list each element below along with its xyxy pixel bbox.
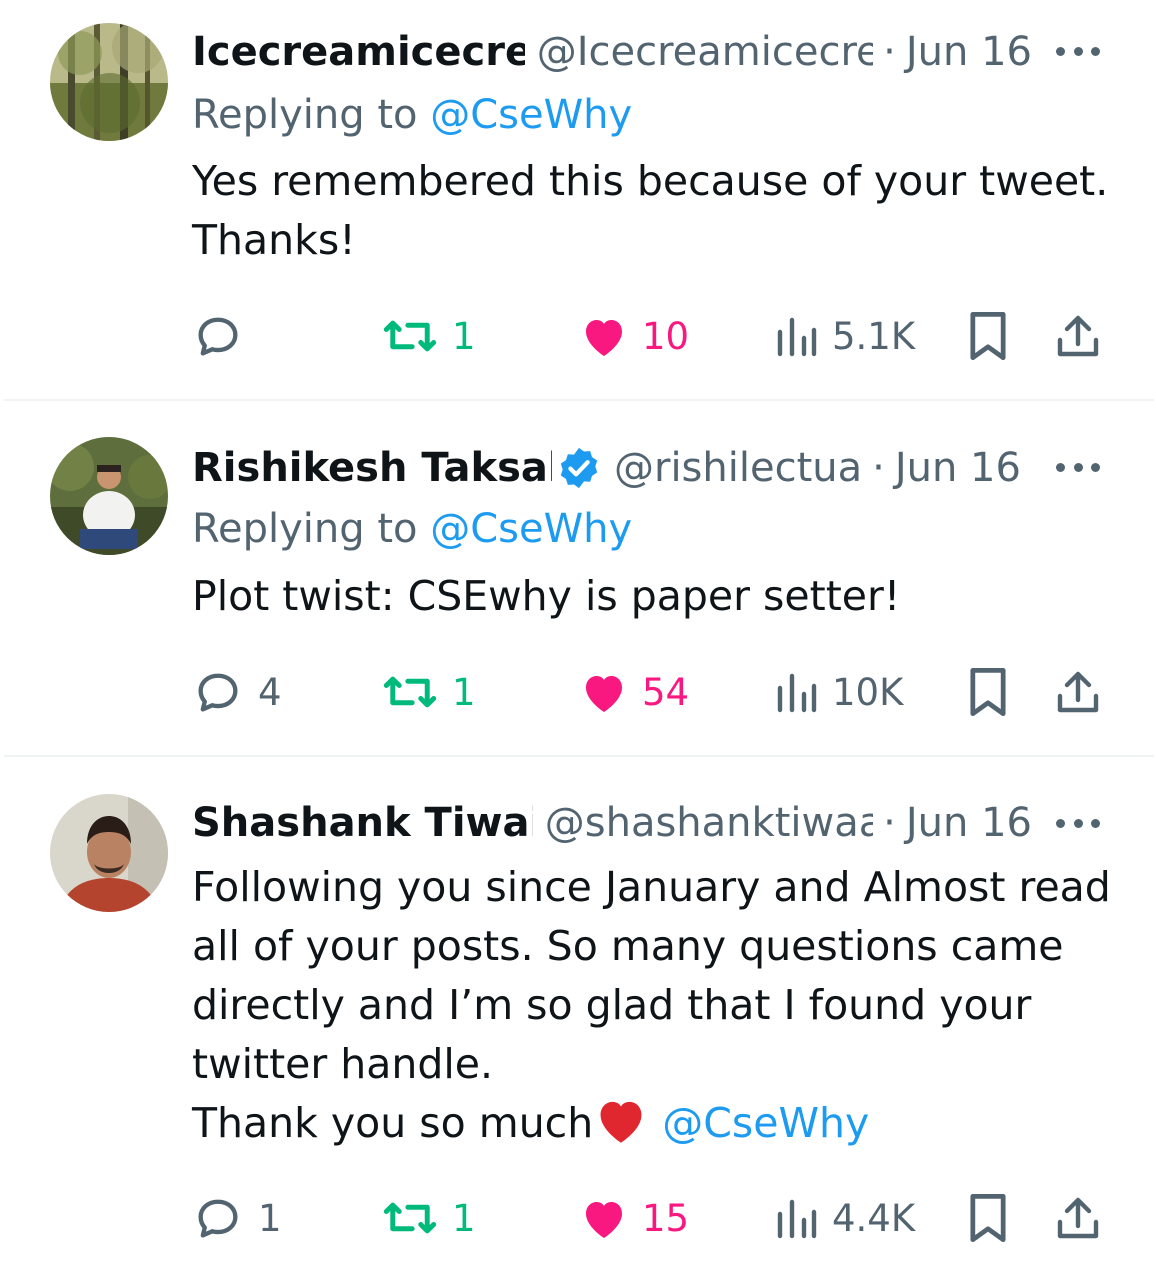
tweet-text-line: Following you since January and Almost r… [192,863,1111,911]
views-count: 4.4K [832,1196,916,1240]
user-handle[interactable]: @rishilectua [614,445,862,491]
tweet-text: Plot twist: CSEwhy is paper setter! [192,567,1112,626]
views-count: 5.1K [832,314,916,358]
divider [4,755,1154,757]
reply-count: 4 [258,670,282,714]
like-count: 10 [642,314,690,358]
replying-to: Replying to @CseWhy [192,506,632,552]
like-count: 15 [642,1196,690,1240]
separator: · [883,29,896,75]
avatar[interactable] [50,437,168,555]
person-avatar-image [50,437,168,555]
reply-button[interactable]: 4 [192,664,282,720]
heart-icon [586,320,622,356]
tweet-text: Following you since January and Almost r… [192,858,1112,1153]
person-avatar-image [50,794,168,912]
replying-to: Replying to @CseWhy [192,92,632,138]
bookmark-button[interactable] [966,1190,1010,1246]
bookmark-icon [970,1193,1006,1243]
views-count: 10K [832,670,904,714]
separator: · [883,800,896,846]
replying-to-label: Replying to [192,506,431,552]
forest-avatar-image [50,23,168,141]
reply-button[interactable] [192,308,258,364]
tweet-text-line: all of your posts. So many questions cam… [192,922,1064,970]
tweet[interactable]: Icecreamicecre @Icecreamicecre · Jun 16 … [0,0,1156,400]
like-count: 54 [642,670,690,714]
tweet-text-segment: Thank you so much [192,1099,594,1147]
tweet-text-line: directly and I’m so glad that I found yo… [192,981,1032,1029]
action-bar: 4 1 54 10K [0,664,1156,720]
retweet-button[interactable]: 1 [382,1190,476,1246]
more-icon[interactable] [1056,461,1100,473]
tweet-text-line: Thanks! [192,216,356,264]
mention-link[interactable]: @CseWhy [430,92,632,138]
user-handle[interactable]: @Icecreamicecre [537,29,873,75]
tweet-date[interactable]: Jun 16 [906,29,1032,75]
retweet-icon [383,1202,437,1234]
share-icon [1057,1197,1099,1239]
views-button[interactable]: 4.4K [774,1190,915,1246]
tweet-text-line: twitter handle. [192,1040,494,1088]
retweet-button[interactable]: 1 [382,308,476,364]
retweet-icon [383,676,437,708]
bookmark-icon [970,667,1006,717]
display-name[interactable]: Icecreamicecre [192,29,525,75]
views-icon [777,1199,817,1239]
retweet-count: 1 [452,314,476,358]
like-button[interactable]: 54 [580,664,689,720]
reply-count: 1 [258,1196,282,1240]
tweet-date[interactable]: Jun 16 [895,445,1021,491]
views-icon [777,317,817,357]
share-button[interactable] [1054,664,1102,720]
verified-badge-icon [560,447,598,489]
display-name[interactable]: Rishikesh Taksal [192,445,552,491]
reply-icon [198,673,238,712]
heart-icon [586,1202,622,1238]
reply-icon [198,317,238,356]
views-button[interactable]: 10K [774,664,903,720]
reply-icon [198,1199,238,1238]
retweet-button[interactable]: 1 [382,664,476,720]
action-bar: 1 1 15 4.4K [0,1190,1156,1246]
separator: · [872,445,885,491]
divider [4,399,1154,401]
tweet-text: Yes remembered this because of your twee… [192,152,1112,270]
reply-button[interactable]: 1 [192,1190,282,1246]
share-button[interactable] [1054,1190,1102,1246]
tweet-text-line: Thank you so much @CseWhy [192,1094,1112,1153]
tweet[interactable]: Rishikesh Taksal @rishilectua · Jun 16 R… [0,402,1156,756]
views-button[interactable]: 5.1K [774,308,915,364]
bookmark-button[interactable] [966,664,1010,720]
retweet-count: 1 [452,670,476,714]
avatar[interactable] [50,23,168,141]
bookmark-button[interactable] [966,308,1010,364]
tweet[interactable]: Shashank Tiwai @shashanktiwaa · Jun 16 F… [0,758,1156,1280]
action-bar: 1 10 5.1K [0,308,1156,364]
share-icon [1057,671,1099,713]
share-icon [1057,315,1099,357]
red-heart-emoji-icon [600,1101,642,1143]
retweet-count: 1 [452,1196,476,1240]
display-name[interactable]: Shashank Tiwai [192,800,533,846]
tweet-text-line: Yes remembered this because of your twee… [192,157,1109,205]
tweet-date[interactable]: Jun 16 [906,800,1032,846]
share-button[interactable] [1054,308,1102,364]
mention-link[interactable]: @CseWhy [430,506,632,552]
bookmark-icon [970,311,1006,361]
avatar[interactable] [50,794,168,912]
like-button[interactable]: 15 [580,1190,689,1246]
views-icon [777,673,817,713]
replying-to-label: Replying to [192,92,431,138]
more-icon[interactable] [1056,45,1100,57]
like-button[interactable]: 10 [580,308,689,364]
user-handle[interactable]: @shashanktiwaa [545,800,873,846]
tweet-text-line: Plot twist: CSEwhy is paper setter! [192,572,901,620]
mention-link[interactable]: @CseWhy [662,1099,869,1147]
more-icon[interactable] [1056,817,1100,829]
retweet-icon [383,320,437,352]
heart-icon [586,676,622,712]
